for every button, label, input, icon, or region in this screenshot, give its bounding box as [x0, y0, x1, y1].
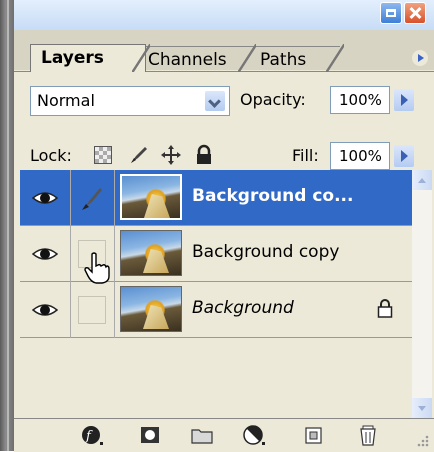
chevron-down-icon[interactable] [205, 91, 225, 111]
tab-channels[interactable]: Channels [138, 46, 250, 70]
tab-layers[interactable]: Layers [30, 44, 146, 72]
layer-row-background-copy[interactable]: Background copy [20, 226, 412, 282]
layer-lock-icon [377, 299, 393, 318]
tab-label: Layers [41, 48, 104, 68]
blend-mode-value: Normal [37, 91, 95, 110]
opacity-value: 100% [339, 91, 382, 109]
folder-icon[interactable] [190, 424, 214, 446]
column-divider [114, 170, 115, 226]
visibility-eye-icon[interactable] [32, 244, 58, 264]
tab-divider [132, 44, 150, 72]
layer-row-background-copy-2[interactable]: Background co... [20, 170, 412, 226]
fill-label: Fill: [292, 146, 319, 165]
scroll-down-button[interactable] [412, 398, 432, 418]
layer-link-box[interactable] [78, 296, 106, 324]
column-divider [114, 282, 115, 338]
layer-row-background[interactable]: Background [20, 282, 412, 338]
opacity-slider-button[interactable] [394, 89, 414, 111]
palette-titlebar[interactable] [14, 0, 434, 30]
resize-grip-icon[interactable] [414, 434, 430, 448]
column-divider [70, 282, 71, 338]
palette-menu-button[interactable] [412, 50, 428, 66]
tab-divider [326, 44, 344, 72]
paintbrush-icon [82, 188, 102, 210]
lock-transparency-icon[interactable] [94, 146, 112, 164]
column-divider [70, 226, 71, 282]
column-divider [114, 226, 115, 282]
tab-label: Paths [260, 50, 307, 70]
lock-label: Lock: [30, 146, 72, 165]
layer-name: Background copy [192, 242, 340, 262]
adjustment-layer-icon[interactable] [242, 424, 266, 446]
fill-input[interactable]: 100% [330, 142, 390, 170]
column-divider [70, 170, 71, 226]
lock-all-icon[interactable] [194, 144, 214, 166]
tab-label: Channels [148, 50, 227, 70]
layer-thumbnail [120, 286, 182, 332]
hand-cursor-icon [84, 252, 110, 284]
close-button[interactable] [404, 2, 426, 24]
lock-position-icon[interactable] [160, 144, 182, 166]
trash-icon[interactable] [356, 424, 380, 446]
mask-icon[interactable] [138, 424, 162, 446]
layer-thumbnail [120, 174, 182, 220]
visibility-eye-icon[interactable] [32, 300, 58, 320]
fill-slider-button[interactable] [394, 145, 414, 167]
visibility-eye-icon[interactable] [32, 188, 58, 208]
layer-style-icon[interactable]: f [80, 424, 104, 446]
minimize-button[interactable] [380, 2, 402, 24]
scroll-up-button[interactable] [412, 170, 432, 190]
window-left-edge [0, 0, 14, 451]
layers-scrollbar[interactable] [412, 170, 432, 418]
opacity-label: Opacity: [240, 90, 306, 109]
layers-palette-window: Paths Channels Layers Normal Opacity: 10… [0, 0, 434, 452]
lock-paint-icon[interactable] [128, 144, 150, 166]
blend-mode-select[interactable]: Normal [30, 86, 230, 116]
opacity-input[interactable]: 100% [330, 86, 390, 114]
layer-name: Background [192, 298, 294, 318]
layer-name: Background co... [192, 186, 354, 206]
layer-thumbnail [120, 230, 182, 276]
new-layer-icon[interactable] [302, 424, 326, 446]
fill-value: 100% [339, 147, 382, 165]
tab-divider [238, 44, 256, 72]
